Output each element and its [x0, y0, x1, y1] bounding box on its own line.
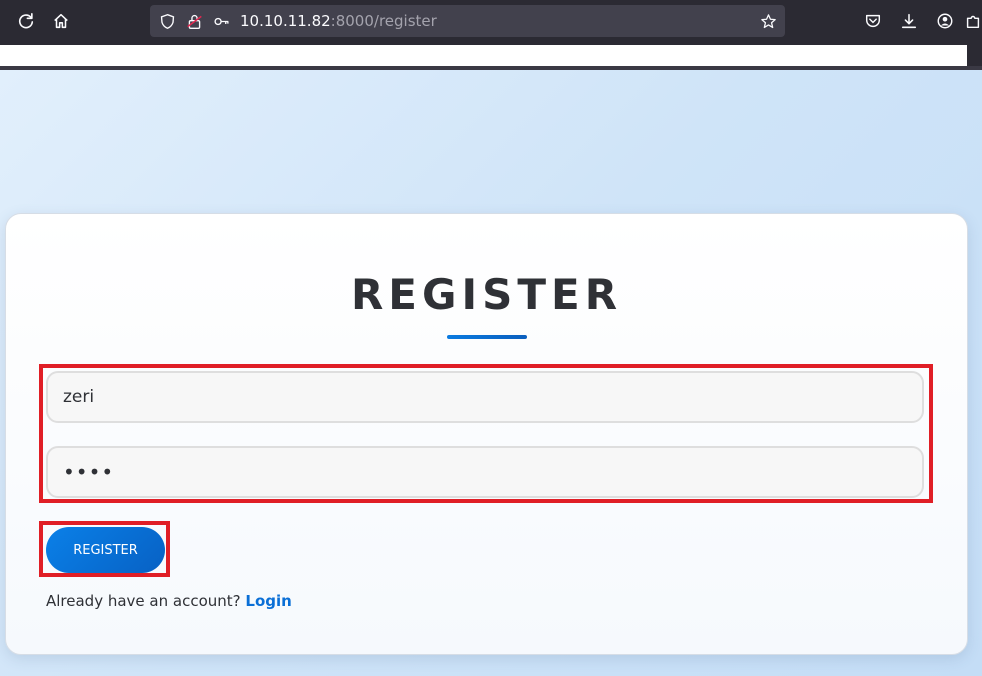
- shield-icon[interactable]: [158, 12, 176, 30]
- url-text[interactable]: 10.10.11.82:8000/register: [240, 12, 437, 30]
- login-prompt: Already have an account? Login: [46, 592, 292, 610]
- permissions-icon[interactable]: [185, 12, 203, 30]
- username-input[interactable]: [46, 371, 924, 423]
- account-icon[interactable]: [932, 8, 958, 34]
- register-button[interactable]: REGISTER: [46, 527, 165, 573]
- url-bar[interactable]: 10.10.11.82:8000/register: [150, 5, 785, 37]
- home-icon[interactable]: [48, 8, 74, 34]
- title-underline: [447, 335, 527, 339]
- login-link[interactable]: Login: [245, 592, 291, 610]
- url-host: 10.10.11.82: [240, 12, 331, 30]
- extensions-icon[interactable]: [964, 8, 982, 34]
- key-icon[interactable]: [212, 12, 230, 30]
- login-prompt-text: Already have an account?: [46, 592, 241, 610]
- star-icon[interactable]: [759, 12, 777, 30]
- url-path: :8000/register: [330, 12, 437, 30]
- reload-icon[interactable]: [13, 8, 39, 34]
- toolbar-divider: [0, 66, 982, 70]
- page-title: REGISTER: [350, 270, 623, 319]
- download-icon[interactable]: [896, 8, 922, 34]
- notification-bar: [0, 45, 967, 67]
- pocket-icon[interactable]: [860, 8, 886, 34]
- register-card: REGISTER REGISTER Already have an accoun…: [5, 213, 968, 655]
- password-input[interactable]: [46, 446, 924, 498]
- browser-toolbar: 10.10.11.82:8000/register: [0, 0, 982, 42]
